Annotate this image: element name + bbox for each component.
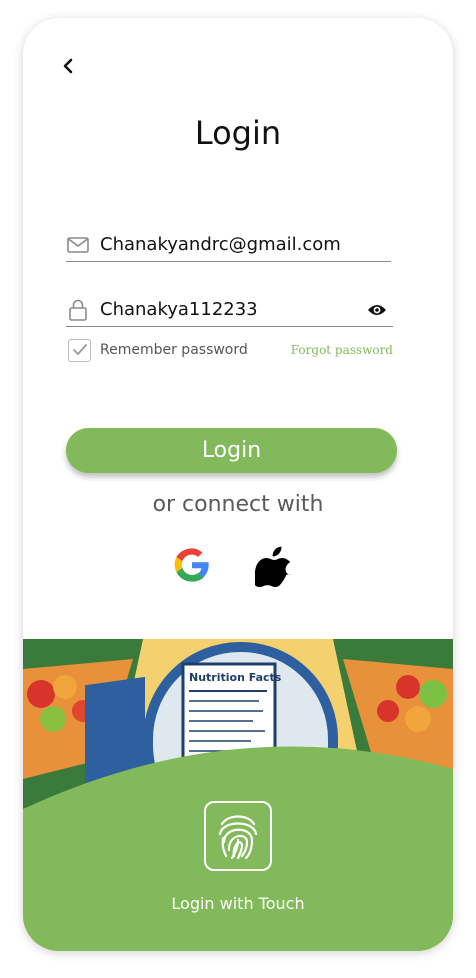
apple-icon	[255, 546, 292, 587]
mail-icon	[66, 233, 90, 257]
chevron-left-icon	[63, 58, 73, 74]
fingerprint-icon	[218, 815, 258, 860]
remember-label: Remember password	[100, 342, 248, 358]
apple-login-button[interactable]	[253, 543, 297, 587]
checkmark-icon	[72, 344, 87, 355]
login-button[interactable]: Login	[66, 428, 397, 473]
lock-icon	[66, 298, 90, 322]
fingerprint-button[interactable]	[204, 801, 272, 871]
remember-checkbox[interactable]	[68, 338, 91, 362]
eye-icon[interactable]	[365, 300, 389, 320]
back-button[interactable]	[57, 54, 81, 78]
email-field[interactable]: Chanakyandrc@gmail.com	[66, 228, 391, 262]
remember-row: Remember password Forgot password	[68, 338, 393, 362]
forgot-password-link[interactable]: Forgot password	[291, 343, 393, 357]
google-icon	[174, 548, 209, 582]
email-value[interactable]: Chanakyandrc@gmail.com	[100, 234, 391, 255]
password-value[interactable]: Chanakya112233	[100, 299, 365, 320]
hero-label-title: Nutrition Facts	[189, 671, 282, 684]
page-title: Login	[194, 114, 282, 152]
touch-login-label[interactable]: Login with Touch	[23, 894, 453, 913]
phone-screen: Login Chanakyandrc@gmail.com Chanakya112…	[23, 18, 453, 951]
google-login-button[interactable]	[170, 543, 214, 587]
social-divider-text: or connect with	[152, 492, 324, 517]
password-field[interactable]: Chanakya112233	[66, 293, 393, 327]
